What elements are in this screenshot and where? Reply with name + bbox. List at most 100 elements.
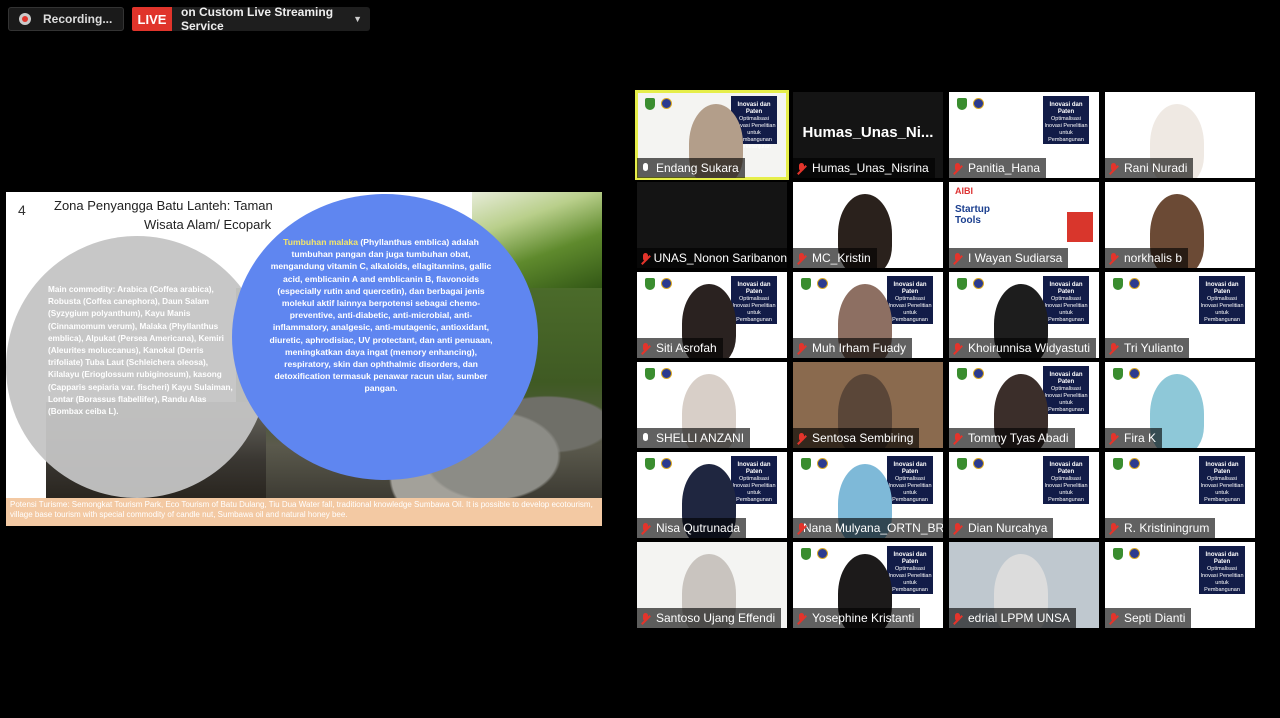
mic-muted-icon [797,612,806,624]
participant-tile[interactable]: Inovasi dan Paten Optimalisasi Inovasi Pe… [1105,452,1255,538]
participant-tile[interactable]: Sentosa Sembiring [793,362,943,448]
participant-tile[interactable]: Fira K [1105,362,1255,448]
event-banner: Inovasi dan Paten Optimalisasi Inovasi Pe… [887,276,933,330]
round-logo-icon [1129,278,1140,289]
shield-logo-icon [801,458,811,470]
mic-muted-icon [1109,432,1118,444]
event-banner: Inovasi dan Paten Optimalisasi Inovasi Pe… [887,456,933,510]
banner-title: Inovasi dan Paten [737,462,771,475]
participant-tile[interactable]: Inovasi dan Paten Optimalisasi Inovasi Pe… [949,92,1099,178]
participant-tile[interactable]: MC_Kristin [793,182,943,268]
participant-name-bar: Fira K [1105,428,1163,448]
shield-logo-icon [801,548,811,560]
participant-tile[interactable]: norkhalis b [1105,182,1255,268]
banner-subtitle: Optimalisasi Inovasi Penelitian untuk Pe… [1200,296,1244,330]
org-logos [801,548,828,560]
shield-logo-icon [1113,278,1123,290]
org-logos [1113,458,1140,470]
org-logos [645,98,672,110]
slide-title-line1: Zona Penyangga Batu Lanteh: Taman [54,198,273,213]
mic-muted-icon [1109,522,1118,534]
aibi-logo: AIBI [955,186,973,196]
participant-tile[interactable]: SHELLI ANZANI [637,362,787,448]
org-logos [645,458,672,470]
org-logos [957,98,984,110]
participant-tile[interactable]: Inovasi dan Paten Optimalisasi Inovasi Pe… [793,542,943,628]
participant-name: Khoirunnisa Widyastuti [968,341,1091,355]
banner-subtitle: Optimalisasi Inovasi Penelitian untuk Pe… [888,566,932,600]
mic-muted-icon [641,342,650,354]
shield-logo-icon [645,98,655,110]
banner-subtitle: Optimalisasi Inovasi Penelitian untuk Pe… [888,296,932,330]
participant-tile[interactable]: Inovasi dan Paten Optimalisasi Inovasi Pe… [637,452,787,538]
event-banner: Inovasi dan Paten Optimalisasi Inovasi Pe… [1043,276,1089,330]
org-logos [1113,368,1140,380]
shield-logo-icon [1113,458,1123,470]
round-logo-icon [817,278,828,289]
participant-name-bar: Santoso Ujang Effendi [637,608,782,628]
round-logo-icon [817,548,828,559]
participant-tile[interactable]: Inovasi dan Paten Optimalisasi Inovasi Pe… [635,90,789,180]
participant-name: Siti Asrofah [656,341,717,355]
live-stream-dropdown[interactable]: on Custom Live Streaming Service ▼ [172,5,370,33]
participant-tile[interactable]: Inovasi dan Paten Optimalisasi Inovasi Pe… [1105,272,1255,358]
mic-icon [641,432,650,444]
round-logo-icon [973,458,984,469]
participant-tile[interactable]: Inovasi dan Paten Optimalisasi Inovasi Pe… [1105,542,1255,628]
participant-tile[interactable]: UNAS_Nonon Saribanon [637,182,787,268]
participant-name-bar: Khoirunnisa Widyastuti [949,338,1097,358]
event-banner: Inovasi dan Paten Optimalisasi Inovasi Pe… [1199,546,1245,600]
event-banner: Inovasi dan Paten Optimalisasi Inovasi Pe… [1199,276,1245,330]
participant-tile[interactable]: Rani Nuradi [1105,92,1255,178]
participant-tile[interactable]: AIBI Startup Tools I Wayan Sudiarsa [949,182,1099,268]
participant-tile[interactable]: Inovasi dan Paten Optimalisasi Inovasi Pe… [949,452,1099,538]
record-icon [19,13,31,25]
mic-muted-icon [641,522,650,534]
mic-muted-icon [1109,162,1118,174]
slide-title-line2: Wisata Alam/ Ecopark [144,217,272,232]
participant-name: Nana Mulyana_ORTN_BRIN [803,521,943,535]
mic-muted-icon [953,612,962,624]
participant-name: Sentosa Sembiring [812,431,914,445]
participant-tile[interactable]: Inovasi dan Paten Optimalisasi Inovasi Pe… [949,362,1099,448]
participant-name-bar: norkhalis b [1105,248,1189,268]
banner-subtitle: Optimalisasi Inovasi Penelitian untuk Pe… [732,296,776,330]
slide-number: 4 [18,202,26,218]
participant-name-bar: Nisa Qutrunada [637,518,747,538]
participant-name-bar: I Wayan Sudiarsa [949,248,1069,268]
participant-name: SHELLI ANZANI [656,431,745,445]
chevron-down-icon: ▼ [353,14,362,24]
participant-name: Tommy Tyas Abadi [968,431,1069,445]
mic-muted-icon [1109,342,1118,354]
commodity-text: Main commodity: Arabica (Coffea arabica)… [48,285,233,417]
shield-logo-icon [1113,368,1123,380]
participant-name-bar: Sentosa Sembiring [793,428,920,448]
participant-tile[interactable]: Santoso Ujang Effendi [637,542,787,628]
mic-icon [641,162,650,174]
participant-tile[interactable]: edrial LPPM UNSA [949,542,1099,628]
org-logos [801,278,828,290]
participant-name: Fira K [1124,431,1157,445]
round-logo-icon [1129,368,1140,379]
participant-name: Muh Irham Fuady [812,341,907,355]
round-logo-icon [973,278,984,289]
participant-name: norkhalis b [1124,251,1183,265]
participant-tile[interactable]: Inovasi dan Paten Optimalisasi Inovasi Pe… [637,272,787,358]
participant-name: edrial LPPM UNSA [968,611,1071,625]
participant-tile[interactable]: Inovasi dan Paten Optimalisasi Inovasi Pe… [949,272,1099,358]
startup-text: Startup [955,204,990,215]
participant-tile[interactable]: Humas_Unas_Ni... Humas_Unas_Nisrina [793,92,943,178]
round-logo-icon [1129,458,1140,469]
banner-subtitle: Optimalisasi Inovasi Penelitian untuk Pe… [1044,296,1088,330]
participant-tile[interactable]: Inovasi dan Paten Optimalisasi Inovasi Pe… [793,452,943,538]
participant-tile[interactable]: Inovasi dan Paten Optimalisasi Inovasi Pe… [793,272,943,358]
malaka-body: (Phyllanthus emblica) adalah tumbuhan pa… [269,237,493,394]
banner-subtitle: Optimalisasi Inovasi Penelitian untuk Pe… [1044,476,1088,510]
round-logo-icon [661,458,672,469]
banner-title: Inovasi dan Paten [737,282,771,295]
banner-title: Inovasi dan Paten [1049,372,1083,385]
mic-muted-icon [797,432,806,444]
shield-logo-icon [957,98,967,110]
participant-name: Nisa Qutrunada [656,521,741,535]
recording-indicator[interactable]: Recording... [8,7,124,31]
